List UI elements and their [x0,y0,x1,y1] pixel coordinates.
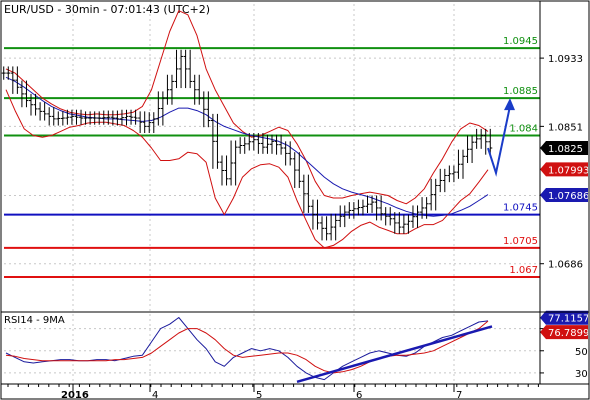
rsi-title: RSI14 - 9MA [4,315,65,326]
level-label: 1.0705 [503,236,538,247]
rsi-value-badge-label: 76.7899 [548,328,589,339]
y-tick-label: 1.0686 [548,260,583,271]
value-badge-label: 1.0825 [548,144,583,155]
level-label: 1.0885 [503,86,538,97]
chart-root: EUR/USD - 30min - 07:01:43 (UTC+2) 1.094… [0,0,590,400]
level-label: 1.067 [509,265,538,276]
value-badge-label: 1.07993 [548,165,589,176]
rsi-value-badge-label: 77.1157 [548,314,589,325]
rsi-y-tick-label: 30 [575,369,588,380]
y-tick-label: 1.0933 [548,54,583,65]
chart-title: EUR/USD - 30min - 07:01:43 (UTC+2) [4,3,210,16]
level-label: 1.0745 [503,203,538,214]
level-label: 1.0945 [503,36,538,47]
rsi-y-tick-label: 50 [575,347,588,358]
level-label: 1.084 [509,124,538,135]
value-badge-label: 1.07686 [548,191,589,202]
y-tick-label: 1.0851 [548,122,583,133]
